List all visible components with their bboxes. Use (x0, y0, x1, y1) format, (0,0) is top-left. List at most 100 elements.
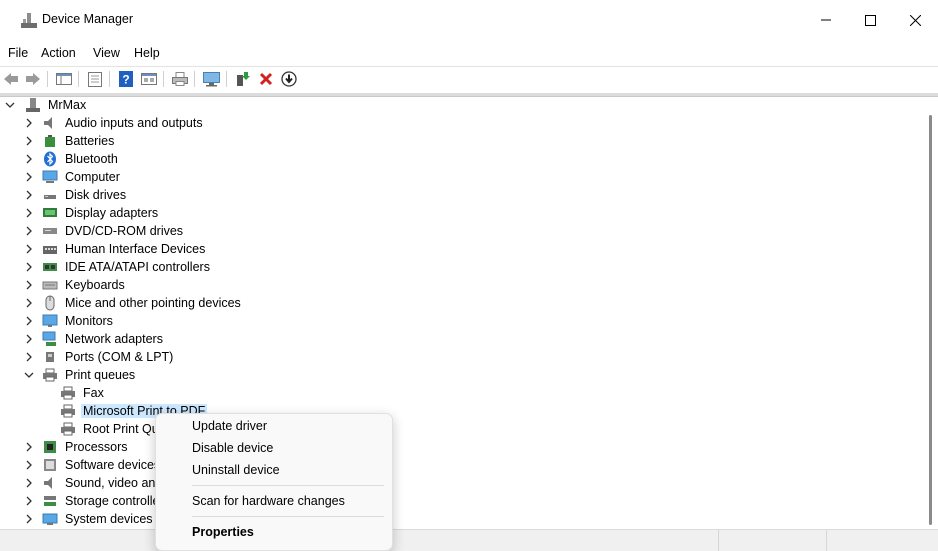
close-button[interactable] (892, 0, 938, 40)
maximize-button[interactable] (847, 0, 893, 40)
help-icon[interactable]: ? (117, 70, 135, 88)
tree-item-display-adapters[interactable]: Display adapters (24, 204, 160, 222)
tree-item-batteries[interactable]: Batteries (24, 132, 116, 150)
menu-bar: File Action View Help (0, 44, 938, 64)
tree-item-hid[interactable]: Human Interface Devices (24, 240, 207, 258)
menu-item-scan-hardware[interactable]: Scan for hardware changes (192, 494, 345, 508)
minimize-button[interactable] (803, 0, 849, 40)
tree-item-monitors[interactable]: Monitors (24, 312, 115, 330)
chevron-right-icon[interactable] (24, 298, 34, 308)
enable-device-download-icon[interactable] (280, 70, 298, 88)
vertical-scrollbar[interactable] (922, 97, 938, 528)
computer-tower-icon (25, 97, 41, 113)
tree-item-sound-video[interactable]: Sound, video and (24, 474, 164, 492)
hid-keyboard-icon (42, 241, 58, 257)
toolbar: ? (0, 66, 938, 91)
menu-help[interactable]: Help (134, 46, 160, 60)
scan-hardware-monitor-icon[interactable] (202, 70, 220, 88)
status-divider (826, 530, 827, 551)
display-adapter-icon (42, 205, 58, 221)
menu-item-properties[interactable]: Properties (192, 525, 254, 539)
speaker-icon (42, 115, 58, 131)
back-arrow-icon[interactable] (2, 70, 20, 88)
tree-item-dvd-drives[interactable]: DVD/CD-ROM drives (24, 222, 185, 240)
toolbar-separator (163, 71, 164, 87)
print-icon[interactable] (171, 70, 189, 88)
tree-item-storage-controllers[interactable]: Storage controller (24, 492, 166, 510)
tree-item-system-devices[interactable]: System devices (24, 510, 155, 527)
chevron-right-icon[interactable] (24, 478, 34, 488)
chevron-right-icon[interactable] (24, 190, 34, 200)
forward-arrow-icon[interactable] (24, 70, 42, 88)
tree-item-label: Human Interface Devices (65, 242, 206, 256)
chevron-right-icon[interactable] (24, 136, 34, 146)
menu-file[interactable]: File (8, 46, 28, 60)
chevron-right-icon[interactable] (24, 244, 34, 254)
chevron-right-icon[interactable] (24, 262, 34, 272)
network-icon (42, 331, 58, 347)
chevron-right-icon[interactable] (24, 316, 34, 326)
properties-sheet-icon[interactable] (86, 70, 104, 88)
tree-item-print-queues[interactable]: Print queues (24, 366, 137, 384)
menu-item-disable-device[interactable]: Disable device (192, 441, 273, 455)
chevron-right-icon[interactable] (24, 352, 34, 362)
tree-item-computer[interactable]: Computer (24, 168, 122, 186)
mouse-icon (42, 295, 58, 311)
storage-controller-icon (42, 493, 58, 509)
chevron-right-icon[interactable] (24, 460, 34, 470)
device-tree: MrMax Audio inputs and outputs Batteries… (0, 97, 922, 527)
tree-item-processors[interactable]: Processors (24, 438, 130, 456)
chevron-right-icon[interactable] (24, 208, 34, 218)
chevron-down-icon[interactable] (5, 100, 15, 110)
show-hide-console-tree-icon[interactable] (55, 70, 73, 88)
chevron-down-icon[interactable] (24, 370, 34, 380)
tree-item-root-print-queue[interactable]: Root Print Qu (60, 420, 161, 438)
bluetooth-icon (42, 151, 58, 167)
disk-drive-icon (42, 187, 58, 203)
tree-item-ide-controllers[interactable]: IDE ATA/ATAPI controllers (24, 258, 212, 276)
tree-item-software-devices[interactable]: Software devices (24, 456, 162, 474)
printer-icon (60, 421, 76, 437)
chevron-right-icon[interactable] (24, 514, 34, 524)
port-icon (42, 349, 58, 365)
chevron-right-icon[interactable] (24, 496, 34, 506)
toolbar-separator (194, 71, 195, 87)
tree-item-label: Sound, video and (65, 476, 163, 490)
tree-item-keyboards[interactable]: Keyboards (24, 276, 127, 294)
tree-item-mice[interactable]: Mice and other pointing devices (24, 294, 243, 312)
monitor-icon (42, 313, 58, 329)
menu-view[interactable]: View (93, 46, 120, 60)
chevron-right-icon[interactable] (24, 172, 34, 182)
tree-item-bluetooth[interactable]: Bluetooth (24, 150, 120, 168)
context-menu: Update driver Disable device Uninstall d… (155, 413, 393, 551)
tree-item-label: Keyboards (65, 278, 125, 292)
chevron-right-icon[interactable] (24, 280, 34, 290)
chevron-right-icon[interactable] (24, 226, 34, 236)
tree-item-label: Fax (83, 386, 104, 400)
scrollbar-thumb[interactable] (929, 115, 932, 525)
tree-item-audio[interactable]: Audio inputs and outputs (24, 114, 205, 132)
menu-item-uninstall-device[interactable]: Uninstall device (192, 463, 280, 477)
tree-item-network-adapters[interactable]: Network adapters (24, 330, 165, 348)
window-title: Device Manager (42, 12, 134, 26)
tree-item-disk-drives[interactable]: Disk drives (24, 186, 128, 204)
device-manager-icon (20, 11, 38, 29)
update-driver-icon[interactable] (234, 70, 252, 88)
view-window-icon[interactable] (140, 70, 158, 88)
tree-item-ports[interactable]: Ports (COM & LPT) (24, 348, 175, 366)
menu-action[interactable]: Action (41, 46, 76, 60)
chevron-right-icon[interactable] (24, 334, 34, 344)
keyboard-icon (42, 277, 58, 293)
chevron-right-icon[interactable] (24, 118, 34, 128)
menu-item-update-driver[interactable]: Update driver (192, 419, 267, 433)
tree-item-label: Network adapters (65, 332, 163, 346)
tree-root[interactable]: MrMax (5, 97, 88, 114)
tree-item-fax[interactable]: Fax (60, 384, 106, 402)
dvd-drive-icon (42, 223, 58, 239)
processor-icon (42, 439, 58, 455)
chevron-right-icon[interactable] (24, 442, 34, 452)
chevron-right-icon[interactable] (24, 154, 34, 164)
printer-icon (42, 367, 58, 383)
tree-item-label: Disk drives (65, 188, 127, 202)
uninstall-device-icon[interactable] (257, 70, 275, 88)
